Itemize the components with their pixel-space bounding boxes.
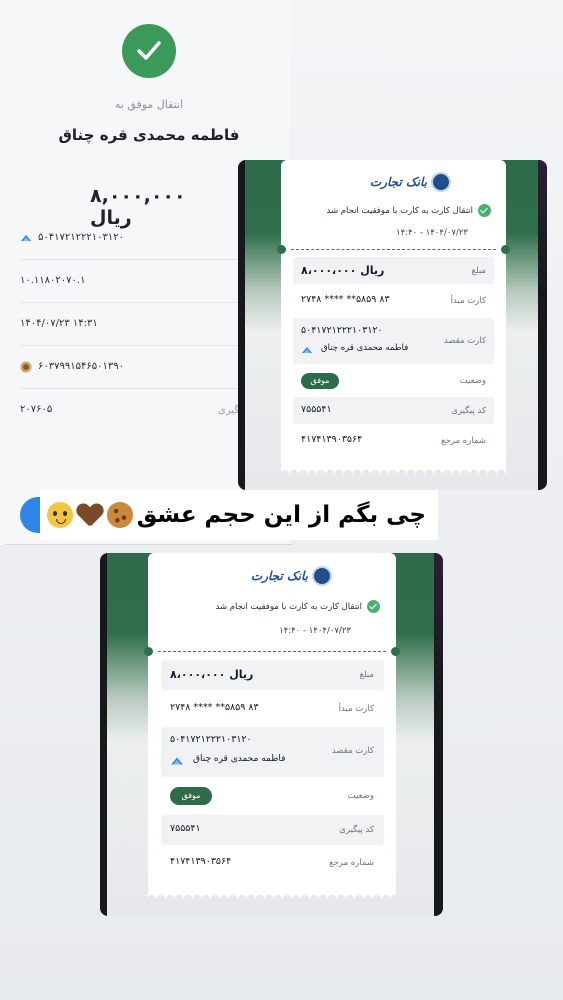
detail-value: ۵۰۴۱۷۲۱۲۲۲۱۰۳۱۲۰ (38, 232, 124, 243)
source-card-value: ۲۷۴۸ **** **۵۸۵۹ ۸۳ (301, 294, 390, 305)
dashed-divider (158, 651, 386, 652)
amount-value: ۸،۰۰۰،۰۰۰ ریال (170, 668, 254, 681)
detail-value: ۲۰۷۶۰۵ (20, 404, 53, 415)
amount-label: مبلغ (471, 266, 486, 276)
recipient-name: فاطمه محمدی قره چناق (58, 126, 240, 144)
receipt-card: بانک تجارت انتقال کارت به کارت با موفقیت… (277, 160, 510, 474)
detail-value: ۱۴۰۴/۰۷/۲۳ ۱۴:۳۱ (20, 318, 98, 329)
bank-emblem-icon (312, 566, 332, 586)
bank-emblem-icon (431, 172, 451, 192)
source-card-label: کارت مبدأ (338, 704, 374, 714)
dest-card-value: ۵۰۴۱۷۲۱۲۲۲۱۰۳۱۲۰ (301, 325, 383, 336)
success-check-icon (122, 24, 176, 78)
success-message: انتقال کارت به کارت با موفقیت انجام شد (326, 204, 491, 217)
dest-card-value: ۵۰۴۱۷۲۱۲۲۲۱۰۳۱۲۰ (170, 734, 252, 745)
bank-name: بانک تجارت (369, 175, 427, 189)
detail-row: ۱۰.۱۱۸۰۲۰۷۰.۱ (20, 259, 238, 303)
status-label: وضعیت (459, 376, 486, 386)
detail-row: ۲۰۷۶۰۵ (20, 388, 238, 431)
amount-value: ۸،۰۰۰،۰۰۰ ریال (301, 264, 385, 277)
status-label: وضعیت (347, 791, 374, 801)
transfer-status-text: انتقال موفق به (114, 98, 184, 111)
pleading-face-icon (46, 502, 73, 528)
reference-label: شماره مرجع (441, 436, 486, 446)
story-caption: چی بگم از این حجم عشق (40, 490, 438, 540)
check-icon (478, 204, 491, 217)
caption-text: چی بگم از این حجم عشق (136, 502, 426, 528)
bank-logo-icon (302, 347, 312, 353)
dashed-divider (291, 249, 496, 250)
source-card-label: کارت مبدأ (450, 296, 486, 306)
cookie-icon (106, 502, 133, 528)
source-card-value: ۲۷۴۸ **** **۵۸۵۹ ۸۳ (170, 702, 259, 713)
reference-value: ۴۱۷۴۱۳۹۰۳۵۶۴ (301, 434, 363, 445)
dest-name: فاطمه محمدی قره چناق (321, 343, 409, 353)
bank-badge-icon (20, 361, 32, 372)
tracking-label: کد پیگیری (451, 406, 486, 416)
bank-logo-icon (21, 234, 31, 241)
detail-value: ۱۰.۱۱۸۰۲۰۷۰.۱ (20, 275, 86, 286)
detail-value: ۶۰۳۷۹۹۱۵۴۶۵۰۱۳۹۰ (38, 361, 124, 372)
receipt-card: بانک تجارت انتقال کارت به کارت با موفقیت… (144, 553, 400, 899)
tracking-value: ۷۵۵۵۴۱ (301, 404, 332, 415)
bank-logo-icon (171, 757, 183, 765)
dest-card-label: کارت مقصد (443, 336, 486, 346)
timestamp: ۱۴۰۴/۰۷/۲۳ - ۱۴:۴۰ (279, 626, 351, 636)
success-message: انتقال کارت به کارت با موفقیت انجام شد (215, 600, 380, 613)
reference-value: ۴۱۷۴۱۳۹۰۳۵۶۴ (170, 856, 232, 867)
amount-label: مبلغ (359, 670, 374, 680)
receipt-screenshot-top: بانک تجارت انتقال کارت به کارت با موفقیت… (238, 160, 547, 490)
dest-card-label: کارت مقصد (331, 746, 374, 756)
dest-name: فاطمه محمدی قره چناق (193, 754, 286, 764)
reference-label: شماره مرجع (329, 858, 374, 868)
detail-row: ۵۰۴۱۷۲۱۲۲۲۱۰۳۱۲۰ (20, 216, 238, 260)
bank-name: بانک تجارت (250, 569, 308, 583)
timestamp: ۱۴۰۴/۰۷/۲۳ - ۱۴:۴۰ (396, 228, 468, 238)
brown-heart-icon (77, 502, 103, 528)
tracking-value: ۷۵۵۵۴۱ (170, 823, 201, 834)
divider (5, 544, 293, 545)
bank-logo: بانک تجارت (370, 172, 451, 192)
status-badge: موفق (301, 373, 339, 389)
tracking-label: کد پیگیری (339, 825, 374, 835)
check-icon (367, 600, 380, 613)
receipt-screenshot-bottom: بانک تجارت انتقال کارت به کارت با موفقیت… (100, 553, 443, 916)
detail-row: ۶۰۳۷۹۹۱۵۴۶۵۰۱۳۹۰ (20, 345, 238, 389)
status-badge: موفق (170, 787, 212, 805)
bank-logo: بانک تجارت (251, 566, 332, 586)
detail-row: ۱۴۰۴/۰۷/۲۳ ۱۴:۳۱ (20, 302, 238, 346)
